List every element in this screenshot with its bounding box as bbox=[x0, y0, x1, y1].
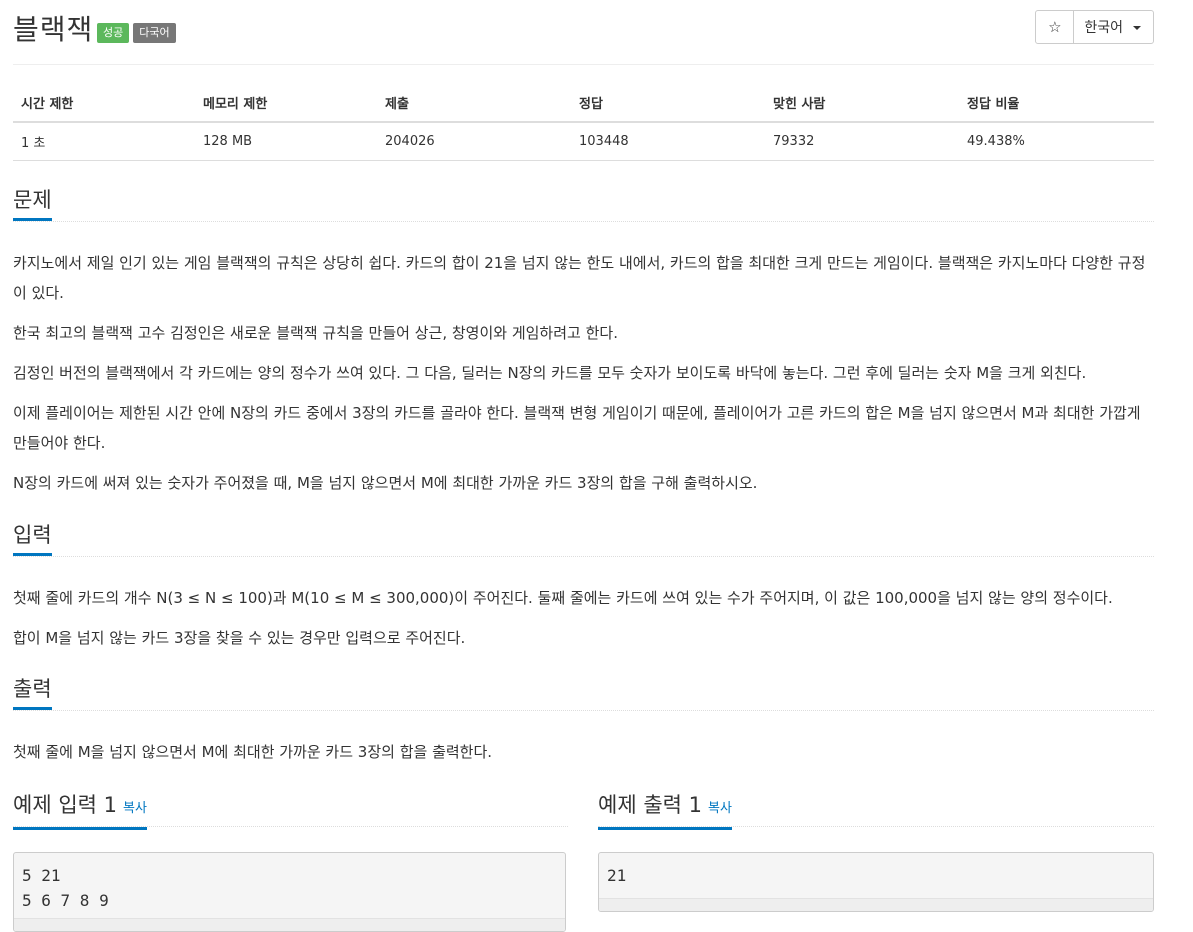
problem-description-body: 카지노에서 제일 인기 있는 게임 블랙잭의 규칙은 상당히 쉽다. 카드의 합… bbox=[13, 222, 1154, 498]
copy-sample-input-button[interactable]: 복사 bbox=[123, 801, 147, 816]
sample-input-section: 예제 입력 1 복사 5 21 5 6 7 8 9 ◀ ▶ bbox=[13, 792, 568, 932]
problem-page: 블랙잭 성공 다국어 ☆ 한국어 시간 제한 메모리 제한 제출 정답 맞힌 사… bbox=[13, 0, 1154, 932]
sample-output-line: 21 bbox=[607, 866, 627, 885]
section-title-sample-output: 예제 출력 1 복사 bbox=[598, 792, 732, 830]
info-value-submissions[interactable]: 204026 bbox=[377, 122, 571, 161]
problem-paragraph: 카지노에서 제일 인기 있는 게임 블랙잭의 규칙은 상당히 쉽다. 카드의 합… bbox=[13, 254, 1146, 302]
output-body: 첫째 줄에 M을 넘지 않으면서 M에 최대한 가까운 카드 3장의 합을 출력… bbox=[13, 711, 1154, 767]
section-title-input: 입력 bbox=[13, 522, 52, 556]
problem-paragraph: 김정인 버전의 블랙잭에서 각 카드에는 양의 정수가 쓰여 있다. 그 다음,… bbox=[13, 364, 1087, 382]
info-value-row: 1 초 128 MB 204026 103448 79332 49.438% bbox=[13, 122, 1154, 161]
problem-paragraph: 한국 최고의 블랙잭 고수 김정인은 새로운 블랙잭 규칙을 만들어 상근, 창… bbox=[13, 324, 618, 342]
section-title-problem: 문제 bbox=[13, 187, 52, 221]
info-value-solvers: 79332 bbox=[765, 122, 959, 161]
language-label: 한국어 bbox=[1084, 20, 1123, 36]
info-header-accepted: 정답 bbox=[571, 85, 765, 123]
info-value-time: 1 초 bbox=[13, 122, 195, 161]
problem-labels: 성공 다국어 bbox=[97, 23, 176, 43]
info-header-solvers: 맞힌 사람 bbox=[765, 85, 959, 123]
info-value-ratio: 49.438% bbox=[959, 122, 1154, 161]
input-section: 입력 첫째 줄에 카드의 개수 N(3 ≤ N ≤ 100)과 M(10 ≤ M… bbox=[13, 522, 1154, 663]
output-section: 출력 첫째 줄에 M을 넘지 않으면서 M에 최대한 가까운 카드 3장의 합을… bbox=[13, 676, 1154, 777]
success-badge: 성공 bbox=[97, 23, 130, 43]
info-value-memory: 128 MB bbox=[195, 122, 377, 161]
section-header: 예제 출력 1 복사 bbox=[598, 792, 1154, 830]
chevron-down-icon bbox=[1133, 26, 1141, 30]
info-header-submissions: 제출 bbox=[377, 85, 571, 123]
sample-output-title: 예제 출력 1 bbox=[598, 793, 702, 817]
page-header: 블랙잭 성공 다국어 ☆ 한국어 bbox=[13, 0, 1154, 65]
info-header-memory: 메모리 제한 bbox=[195, 85, 377, 123]
star-icon: ☆ bbox=[1048, 18, 1062, 36]
problem-info-table: 시간 제한 메모리 제한 제출 정답 맞힌 사람 정답 비율 1 초 128 M… bbox=[13, 85, 1154, 161]
input-paragraph: 합이 M을 넘지 않는 카드 3장을 찾을 수 있는 경우만 입력으로 주어진다… bbox=[13, 629, 466, 647]
horizontal-scrollbar[interactable]: ◀ ▶ bbox=[14, 918, 565, 931]
scroll-right-icon[interactable]: ▶ bbox=[1144, 901, 1149, 911]
problem-title: 블랙잭 bbox=[13, 13, 94, 46]
copy-sample-output-button[interactable]: 복사 bbox=[708, 801, 732, 816]
info-value-accepted: 103448 bbox=[571, 122, 765, 161]
output-paragraph: 첫째 줄에 M을 넘지 않으면서 M에 최대한 가까운 카드 3장의 합을 출력… bbox=[13, 743, 493, 761]
header-button-group: ☆ 한국어 bbox=[1035, 10, 1154, 44]
section-header: 출력 bbox=[13, 676, 1154, 711]
problem-paragraph: N장의 카드에 써져 있는 숫자가 주어졌을 때, M을 넘지 않으면서 M에 … bbox=[13, 474, 758, 492]
info-header-row: 시간 제한 메모리 제한 제출 정답 맞힌 사람 정답 비율 bbox=[13, 85, 1154, 123]
star-button[interactable]: ☆ bbox=[1036, 11, 1075, 43]
info-header-ratio: 정답 비율 bbox=[959, 85, 1154, 123]
section-title-sample-input: 예제 입력 1 복사 bbox=[13, 792, 147, 830]
problem-description-section: 문제 카지노에서 제일 인기 있는 게임 블랙잭의 규칙은 상당히 쉽다. 카드… bbox=[13, 187, 1154, 508]
multilang-badge: 다국어 bbox=[133, 23, 176, 43]
sample-input-line: 5 6 7 8 9 bbox=[22, 891, 109, 910]
section-header: 입력 bbox=[13, 522, 1154, 557]
problem-paragraph: 이제 플레이어는 제한된 시간 안에 N장의 카드 중에서 3장의 카드를 골라… bbox=[13, 404, 1141, 452]
sample-output-section: 예제 출력 1 복사 21 ◀ ▶ bbox=[598, 792, 1154, 912]
input-body: 첫째 줄에 카드의 개수 N(3 ≤ N ≤ 100)과 M(10 ≤ M ≤ … bbox=[13, 557, 1154, 653]
section-title-output: 출력 bbox=[13, 676, 52, 710]
sample-input-line: 5 21 bbox=[22, 866, 61, 885]
section-header: 예제 입력 1 복사 bbox=[13, 792, 568, 830]
section-header: 문제 bbox=[13, 187, 1154, 222]
sample-output-box[interactable]: 21 ◀ ▶ bbox=[598, 852, 1154, 912]
input-paragraph: 첫째 줄에 카드의 개수 N(3 ≤ N ≤ 100)과 M(10 ≤ M ≤ … bbox=[13, 589, 1113, 607]
scroll-left-icon[interactable]: ◀ bbox=[603, 901, 608, 911]
info-header-time: 시간 제한 bbox=[13, 85, 195, 123]
horizontal-scrollbar[interactable]: ◀ ▶ bbox=[599, 898, 1153, 911]
language-dropdown[interactable]: 한국어 bbox=[1074, 11, 1153, 43]
sample-input-box[interactable]: 5 21 5 6 7 8 9 ◀ ▶ bbox=[13, 852, 566, 932]
sample-input-title: 예제 입력 1 bbox=[13, 793, 117, 817]
